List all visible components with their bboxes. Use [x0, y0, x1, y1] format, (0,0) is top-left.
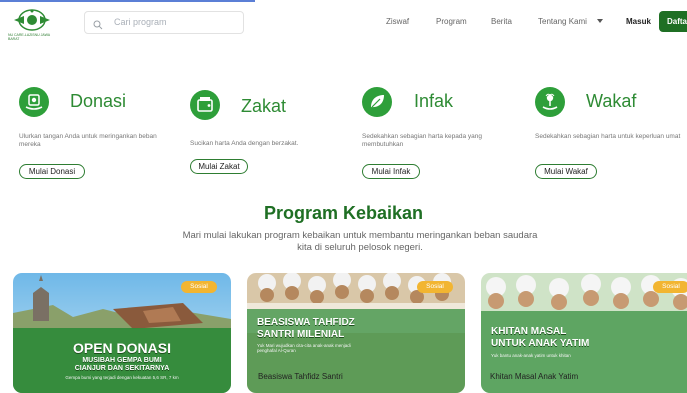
program-card-gempa[interactable]: Sosial OPEN DONASI MUSIBAH GEMPA BUMI CI…: [13, 273, 231, 393]
mulai-donasi-button[interactable]: Mulai Donasi: [19, 164, 85, 179]
search-input[interactable]: Cari program: [84, 11, 244, 34]
card-headline-1: OPEN DONASI: [72, 340, 171, 356]
category-badge: Sosial: [181, 281, 217, 293]
hand-coin-icon: [19, 87, 49, 117]
nav-program[interactable]: Program: [436, 17, 467, 26]
card-headline-1: BEASISWA TAHFIDZ: [257, 317, 355, 328]
card-headline-2: MUSIBAH GEMPA BUMI: [82, 357, 162, 364]
category-badge: Sosial: [653, 281, 687, 293]
card-small-text: Gempa bumi yang terjadi dengan kekuatan …: [65, 375, 179, 380]
logo-subtext: NU CARE-LAZISNU JAWA BARAT: [8, 33, 50, 41]
service-desc-wakaf: Sedekahkan sebagian harta untuk keperlua…: [535, 133, 681, 140]
category-badge: Sosial: [417, 281, 453, 293]
service-title-donasi: Donasi: [70, 91, 127, 111]
section-subtitle: Mari mulai lakukan program kebaikan untu…: [182, 230, 538, 253]
wallet-icon: [190, 90, 220, 120]
nav-berita[interactable]: Berita: [491, 17, 512, 26]
mulai-infak-button[interactable]: Mulai Infak: [362, 164, 420, 179]
service-title-zakat: Zakat: [241, 96, 287, 116]
mulai-wakaf-button[interactable]: Mulai Wakaf: [535, 164, 597, 179]
card-headline-2: SANTRI MILENIAL: [257, 329, 345, 340]
search-icon: [93, 17, 103, 30]
plant-hand-icon: [535, 87, 565, 117]
card-headline-1: KHITAN MASAL: [491, 326, 567, 337]
service-desc-zakat: Sucikan harta Anda dengan berzakat.: [190, 140, 299, 147]
nu-care-logo[interactable]: [8, 8, 56, 36]
nav-tentang-kami[interactable]: Tentang Kami: [538, 17, 587, 26]
card-headline-2: UNTUK ANAK YATIM: [491, 338, 590, 349]
service-desc-donasi: Ulurkan tangan Anda untuk meringankan be…: [19, 133, 157, 148]
chevron-down-icon[interactable]: [597, 19, 603, 23]
nav-ziswaf[interactable]: Ziswaf: [386, 17, 409, 26]
register-button[interactable]: Daftar: [659, 11, 687, 32]
card-small-text: Yuk bantu anak-anak yatim untuk khitan: [491, 353, 571, 358]
mulai-zakat-button[interactable]: Mulai Zakat: [190, 159, 248, 174]
search-placeholder: Cari program: [114, 17, 167, 27]
service-title-wakaf: Wakaf: [586, 91, 637, 111]
login-link[interactable]: Masuk: [626, 17, 651, 26]
service-title-infak: Infak: [414, 91, 454, 111]
leaf-hand-icon: [362, 87, 392, 117]
top-accent-line: [0, 0, 255, 2]
card-headline-3: CIANJUR DAN SEKITARNYA: [74, 365, 170, 372]
service-desc-infak: Sedekahkan sebagian harta kepada yang me…: [362, 133, 482, 148]
card-small-text: Yuk Mari wujudkan cita-cita anak-anak me…: [257, 343, 351, 353]
section-title: Program Kebaikan: [263, 203, 424, 223]
